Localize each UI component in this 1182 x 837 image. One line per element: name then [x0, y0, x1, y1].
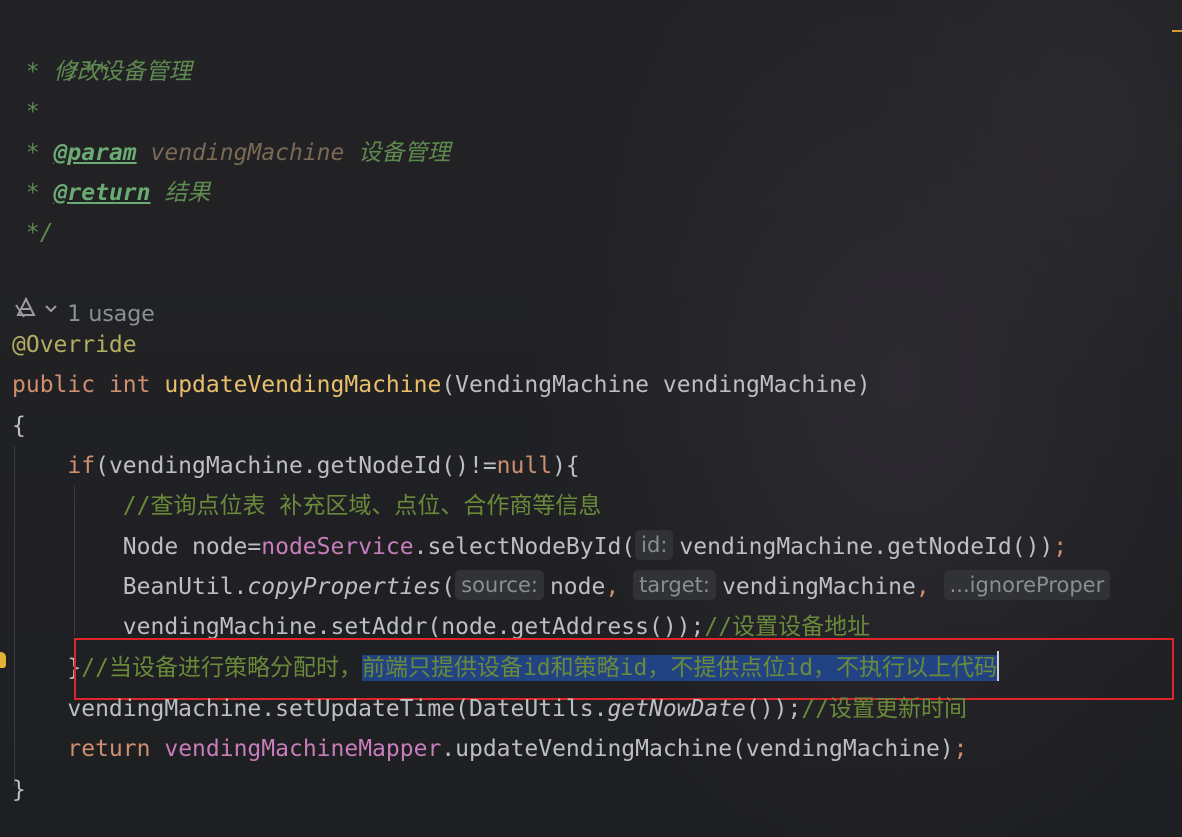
- doc-comment-star: *: [12, 59, 40, 85]
- code-line[interactable]: /**: [12, 12, 109, 85]
- scroll-marker: [1172, 30, 1182, 32]
- method-copy-properties[interactable]: copyProperties: [247, 574, 441, 600]
- code-line[interactable]: }: [12, 770, 26, 810]
- brace-open: {: [12, 413, 26, 439]
- ai-assistant-gutter[interactable]: [12, 292, 58, 326]
- class-bean-util[interactable]: BeanUtil.: [123, 574, 248, 600]
- param-hint-source: source:: [455, 570, 544, 600]
- code-line[interactable]: vendingMachine.setUpdateTime(DateUtils.g…: [12, 689, 967, 729]
- arg-source: node: [549, 574, 606, 600]
- code-line[interactable]: //查询点位表 补充区域、点位、合作商等信息: [12, 486, 602, 526]
- call-select-node: .selectNodeById(: [413, 534, 636, 560]
- doc-return-tag: @return: [53, 180, 151, 206]
- set-update-time-call: vendingMachine.setUpdateTime(DateUtils.: [67, 696, 608, 722]
- semicolon: ;: [953, 736, 968, 762]
- call-arg: vendingMachine.getNodeId()): [679, 534, 1054, 560]
- method-get-now-date[interactable]: getNowDate: [607, 696, 745, 722]
- code-line[interactable]: public int updateVendingMachine(VendingM…: [12, 365, 871, 405]
- comma: ,: [915, 574, 930, 600]
- chevron-down-icon[interactable]: [44, 302, 58, 316]
- param-hint-ignore: ...ignoreProper: [943, 570, 1111, 600]
- method-name[interactable]: updateVendingMachine: [164, 372, 441, 398]
- doc-param-name: vendingMachine: [150, 140, 345, 166]
- code-vision-line[interactable]: 1 usage: [12, 254, 154, 327]
- line-comment: //设置更新时间: [801, 696, 968, 722]
- code-line[interactable]: {: [12, 406, 26, 446]
- set-addr-call: vendingMachine.setAddr(node.getAddress()…: [122, 614, 705, 640]
- code-line[interactable]: *: [12, 92, 40, 132]
- semicolon: ;: [1053, 534, 1068, 560]
- code-line[interactable]: */: [12, 213, 54, 253]
- line-comment: //设置设备地址: [704, 614, 871, 640]
- code-line[interactable]: * @param vendingMachine 设备管理: [12, 133, 450, 173]
- code-line[interactable]: @Override: [12, 325, 137, 365]
- line-comment: //查询点位表 补充区域、点位、合作商等信息: [122, 493, 602, 519]
- doc-comment-summary: 修改设备管理: [53, 59, 192, 85]
- keyword-null: null: [496, 453, 553, 479]
- annotation: @Override: [12, 332, 137, 358]
- keyword-if: if: [67, 453, 96, 479]
- code-line[interactable]: * 修改设备管理: [12, 52, 192, 92]
- doc-return-desc: 结果: [164, 180, 211, 206]
- node-decl: Node node=: [122, 534, 262, 560]
- arg-target: vendingMachine: [722, 574, 916, 600]
- field-vending-machine-mapper[interactable]: vendingMachineMapper: [164, 736, 441, 762]
- code-line[interactable]: * @return 结果: [12, 173, 211, 213]
- doc-comment-star: *: [12, 140, 40, 166]
- param-hint-target: target:: [633, 570, 716, 600]
- if-condition: (vendingMachine.getNodeId()!=: [95, 453, 497, 479]
- ai-sparkle-icon[interactable]: [12, 295, 40, 323]
- doc-param-tag: @param: [53, 140, 137, 166]
- call-update: .updateVendingMachine(vendingMachine): [441, 736, 954, 762]
- usage-count-link[interactable]: 1 usage: [67, 302, 154, 327]
- paren: (: [441, 574, 456, 600]
- code-line[interactable]: if(vendingMachine.getNodeId()!=null){: [12, 446, 580, 486]
- lightbulb-icon[interactable]: [0, 652, 6, 668]
- call-end: ());: [745, 696, 802, 722]
- keyword-public: public: [12, 372, 96, 398]
- paren: ): [856, 372, 871, 398]
- code-line[interactable]: Node node=nodeService.selectNodeById(id:…: [12, 527, 1067, 567]
- param-type[interactable]: VendingMachine: [455, 372, 649, 398]
- code-line[interactable]: BeanUtil.copyProperties(source: node, tar…: [12, 567, 1116, 607]
- code-line[interactable]: return vendingMachineMapper.updateVendin…: [12, 729, 968, 769]
- doc-comment-close: */: [12, 220, 54, 246]
- param-name: vendingMachine: [662, 372, 857, 398]
- code-editor[interactable]: /** * 修改设备管理 * * @param vendingMachine 设…: [0, 0, 1182, 837]
- doc-param-desc: 设备管理: [358, 140, 451, 166]
- field-node-service[interactable]: nodeService: [261, 534, 413, 560]
- doc-comment-star: *: [12, 180, 40, 206]
- keyword-return: return: [67, 736, 151, 762]
- if-tail: ){: [552, 453, 580, 479]
- keyword-int: int: [108, 372, 151, 398]
- comma: ,: [605, 574, 620, 600]
- doc-comment-star: *: [12, 99, 40, 125]
- brace-close: }: [12, 777, 26, 803]
- param-hint-id: id:: [635, 530, 674, 560]
- paren: (: [441, 372, 456, 398]
